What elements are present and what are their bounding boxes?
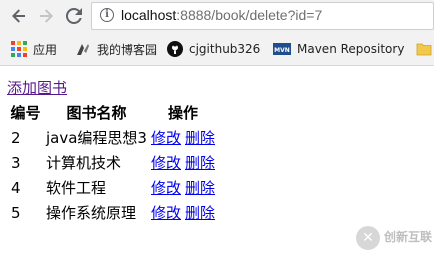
book-id: 5 [11, 203, 21, 222]
table-row: 4 软件工程 修改 删除 [8, 176, 216, 199]
table-row: 3 计算机技术 修改 删除 [8, 151, 216, 174]
maven-icon: MVN [273, 41, 291, 57]
book-id: 4 [11, 178, 21, 197]
book-name: 软件工程 [46, 179, 107, 197]
book-name: 操作系统原理 [46, 204, 137, 222]
edit-link[interactable]: 修改 [151, 204, 181, 222]
info-icon[interactable]: i [100, 8, 114, 22]
delete-link[interactable]: 删除 [185, 129, 215, 147]
bookmark-label: Maven Repository [297, 42, 405, 56]
address-bar[interactable]: i localhost:8888/book/delete?id=7 [91, 2, 434, 30]
bookmark-cnblogs[interactable]: 我的博客园 [75, 39, 157, 59]
watermark-logo: ✕ 创新互联 [355, 226, 432, 250]
book-name: java编程思想3 [46, 129, 147, 147]
book-table: 编号 图书名称 操作 2 java编程思想3 修改 删除 3 计算机技术 修改 … [6, 99, 218, 226]
github-icon [167, 41, 183, 57]
url-text[interactable]: localhost:8888/book/delete?id=7 [121, 7, 322, 23]
table-row: 5 操作系统原理 修改 删除 [8, 201, 216, 224]
watermark-text: 创新互联 [383, 230, 432, 245]
add-book-link[interactable]: 添加图书 [7, 77, 67, 98]
bookmark-label: 我的博客园 [97, 42, 158, 57]
header-name: 图书名称 [66, 104, 127, 122]
delete-link[interactable]: 删除 [185, 179, 215, 197]
header-actions: 操作 [167, 104, 198, 122]
watermark-icon: ✕ [355, 226, 380, 250]
folder-icon[interactable] [416, 39, 432, 59]
bookmark-label: cjgithub326 [189, 42, 261, 56]
book-id: 2 [11, 128, 21, 147]
bookmark-maven[interactable]: MVN Maven Repository [273, 39, 404, 59]
book-id: 3 [11, 153, 21, 172]
header-id: 编号 [10, 104, 41, 122]
table-row: 2 java编程思想3 修改 删除 [8, 126, 216, 149]
delete-link[interactable]: 删除 [185, 204, 215, 222]
bookmark-github[interactable]: cjgithub326 [167, 39, 260, 59]
back-arrow-icon[interactable] [9, 6, 29, 26]
forward-arrow-icon[interactable] [36, 6, 56, 26]
bookmark-apps[interactable]: 应用 [11, 39, 57, 59]
edit-link[interactable]: 修改 [151, 154, 181, 172]
browser-chrome: i localhost:8888/book/delete?id=7 应用 我的博… [0, 0, 434, 66]
apps-grid-icon [11, 41, 27, 57]
cnblogs-icon [75, 41, 91, 57]
edit-link[interactable]: 修改 [151, 179, 181, 197]
reload-icon[interactable] [64, 6, 84, 26]
table-header-row: 编号 图书名称 操作 [8, 101, 216, 124]
bookmarks-bar: 应用 我的博客园 cjgithub326 MVN Maven Repositor… [0, 36, 434, 62]
edit-link[interactable]: 修改 [151, 129, 181, 147]
book-name: 计算机技术 [46, 154, 122, 172]
svg-text:MVN: MVN [274, 47, 290, 54]
bookmark-label: 应用 [33, 42, 58, 57]
delete-link[interactable]: 删除 [185, 154, 215, 172]
